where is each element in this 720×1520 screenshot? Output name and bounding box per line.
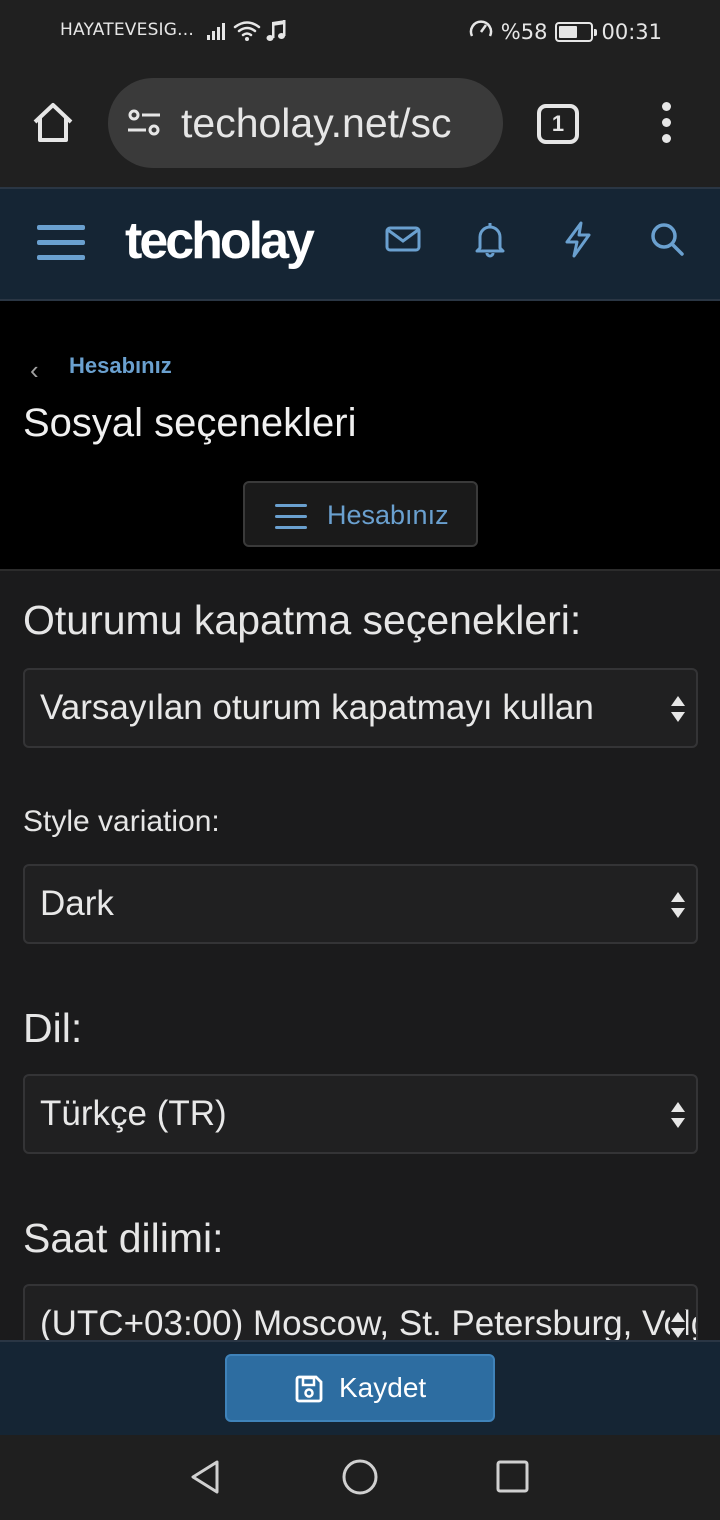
bell-icon[interactable]	[470, 219, 510, 259]
page-title: Sosyal seçenekleri	[23, 401, 357, 445]
page-header: ‹ Hesabınız Sosyal seçenekleri Hesabınız	[0, 301, 720, 571]
browser-toolbar: techolay.net/sc 1	[0, 62, 720, 187]
address-bar[interactable]: techolay.net/sc	[108, 78, 503, 168]
select-arrows-icon	[670, 694, 686, 724]
chevron-left-icon: ‹	[30, 355, 39, 385]
speed-gauge-icon	[469, 18, 493, 45]
menu-lines-icon	[275, 504, 307, 537]
site-settings-icon[interactable]	[126, 108, 162, 143]
logout-options-label: Oturumu kapatma seçenekleri:	[23, 597, 582, 643]
menu-icon[interactable]	[37, 225, 85, 261]
account-nav-button[interactable]: Hesabınız	[243, 481, 478, 547]
select-arrows-icon	[670, 1100, 686, 1130]
home-circle-icon[interactable]	[340, 1457, 380, 1497]
more-menu-icon[interactable]	[656, 102, 676, 146]
language-value: Türkçe (TR)	[40, 1094, 227, 1133]
recents-icon[interactable]	[493, 1457, 533, 1497]
status-bar: HAYATEVESIG... %58 00:31	[0, 0, 720, 62]
timezone-label: Saat dilimi:	[23, 1215, 224, 1261]
tab-switcher-button[interactable]: 1	[537, 104, 579, 144]
clock: 00:31	[601, 19, 662, 44]
timezone-value: (UTC+03:00) Moscow, St. Petersburg, Volg…	[40, 1304, 696, 1340]
bolt-icon[interactable]	[558, 219, 598, 259]
site-logo[interactable]: techolay	[125, 211, 315, 271]
save-label: Kaydet	[339, 1372, 427, 1403]
logout-options-select[interactable]: Varsayılan oturum kapatmayı kullan	[23, 668, 698, 748]
style-variation-label: Style variation:	[23, 805, 220, 838]
settings-form: Oturumu kapatma seçenekleri: Varsayılan …	[0, 573, 720, 1340]
select-arrows-icon	[670, 890, 686, 920]
battery-percent: %58	[500, 19, 548, 44]
language-select[interactable]: Türkçe (TR)	[23, 1074, 698, 1154]
save-button[interactable]: Kaydet	[225, 1354, 495, 1422]
url-text: techolay.net/sc	[181, 100, 452, 146]
site-header: techolay	[0, 187, 720, 301]
language-label: Dil:	[23, 1005, 83, 1051]
mail-icon[interactable]	[383, 219, 423, 259]
signal-wifi-music-icons	[207, 18, 289, 48]
form-submit-bar: Kaydet	[0, 1340, 720, 1435]
carrier-name: HAYATEVESIG...	[60, 20, 194, 40]
style-variation-value: Dark	[40, 884, 114, 923]
account-nav-label: Hesabınız	[327, 500, 449, 530]
style-variation-select[interactable]: Dark	[23, 864, 698, 944]
timezone-select[interactable]: (UTC+03:00) Moscow, St. Petersburg, Volg…	[23, 1284, 698, 1340]
save-icon	[293, 1373, 325, 1405]
back-icon[interactable]	[187, 1457, 227, 1497]
breadcrumb-link[interactable]: Hesabınız	[69, 353, 172, 379]
battery-icon	[555, 21, 598, 42]
home-icon[interactable]	[30, 100, 76, 146]
logout-options-value: Varsayılan oturum kapatmayı kullan	[40, 688, 594, 727]
select-arrows-icon	[670, 1310, 686, 1340]
system-navigation-bar	[0, 1435, 720, 1520]
search-icon[interactable]	[647, 219, 687, 259]
